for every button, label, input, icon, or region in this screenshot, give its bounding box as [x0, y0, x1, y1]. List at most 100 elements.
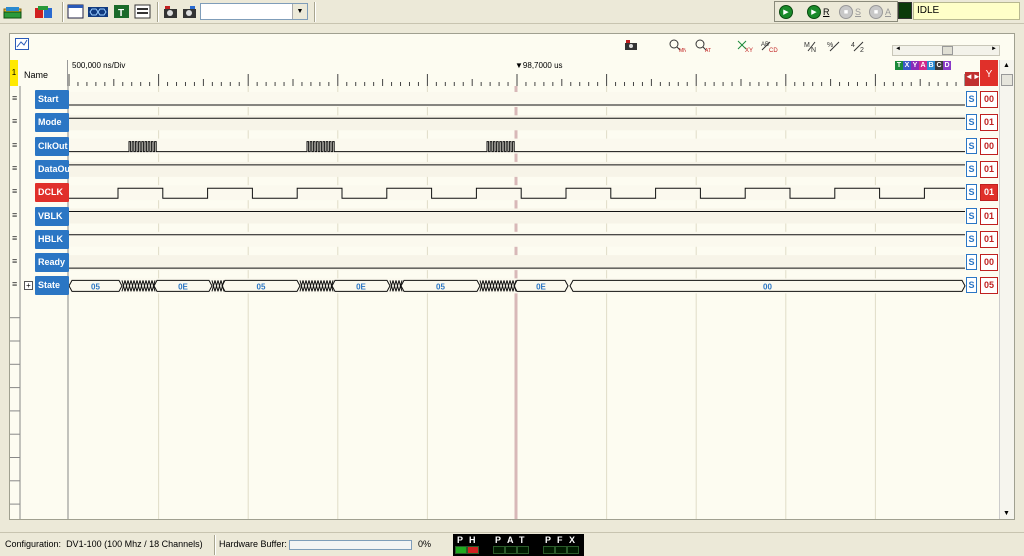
xy-icon[interactable]: XY	[736, 39, 754, 55]
acquisition-status: IDLE	[913, 2, 1020, 20]
trigger-settings-icon[interactable]	[180, 3, 200, 21]
led-label: T	[519, 535, 525, 545]
chevron-down-icon[interactable]: ▼	[1003, 510, 1010, 517]
led-label: P	[545, 535, 552, 545]
chevron-right-icon[interactable]: ►	[991, 46, 997, 52]
signal-value: 01	[980, 207, 998, 225]
row-band	[69, 161, 965, 177]
svg-text:M: M	[804, 42, 810, 49]
signal-settings-icon[interactable]: S	[966, 91, 977, 107]
signal-dataou[interactable]: DataOu	[35, 159, 69, 179]
status-led-indicator	[467, 546, 479, 554]
stop-button[interactable]: ■ S	[839, 4, 861, 20]
go-start-icon[interactable]: MN	[804, 39, 820, 55]
row-drag-handle[interactable]: ≡	[12, 140, 18, 150]
expand-bus-icon[interactable]: +	[24, 281, 33, 291]
chevron-left-icon[interactable]: ◄	[895, 46, 901, 52]
abort-button[interactable]: ■ A	[869, 4, 891, 20]
signal-dclk[interactable]: DCLK	[35, 183, 69, 203]
open-folder-icon[interactable]	[3, 3, 23, 21]
save-icon[interactable]	[34, 3, 54, 21]
window-icon[interactable]	[66, 3, 86, 21]
bus-value-label: 05	[257, 282, 266, 291]
scrollbar-thumb[interactable]	[1001, 74, 1013, 86]
signal-ready[interactable]: Ready	[35, 253, 69, 273]
svg-text:XY: XY	[745, 48, 753, 53]
row-drag-handle[interactable]: ≡	[12, 187, 18, 196]
legend-item-t[interactable]: T	[895, 61, 903, 70]
signal-hblk[interactable]: HBLK	[35, 229, 69, 249]
legend-item-b[interactable]: B	[927, 61, 935, 70]
play-icon: ▶	[779, 5, 793, 19]
row-drag-handle[interactable]: ≡	[12, 117, 18, 126]
main-toolbar: T ▼ ▶ ▶ R ■ S ■ A IDLE	[0, 0, 1024, 24]
row-band	[69, 231, 965, 247]
run-repeat-button[interactable]: ▶ R	[807, 4, 830, 20]
list-icon[interactable]	[133, 3, 153, 21]
row-drag-handle[interactable]: ≡	[12, 163, 18, 173]
chevron-down-icon[interactable]: ▼	[292, 4, 307, 19]
device-select[interactable]: ▼	[200, 3, 308, 20]
capture-settings-icon[interactable]	[161, 3, 181, 21]
svg-text:4: 4	[851, 42, 855, 49]
waveform-area[interactable]: 05 0E 05 0E 05 0E 00 ≡ Start S 00 ≡ Mode S 01 ≡ ClkOut S…	[10, 86, 998, 519]
hardware-buffer-label: Hardware Buffer:	[219, 539, 287, 549]
row-drag-handle[interactable]: ≡	[12, 94, 18, 103]
go-end-icon[interactable]: 42	[851, 39, 867, 55]
horizontal-zoom-slider[interactable]: ◄ ►	[892, 45, 1000, 56]
signal-settings-icon[interactable]: S	[966, 230, 977, 247]
svg-text:AT: AT	[705, 48, 711, 53]
status-led-indicator	[517, 546, 529, 554]
signal-clkout[interactable]: ClkOut	[35, 136, 69, 156]
panel-settings-icon[interactable]	[15, 38, 29, 52]
status-led	[898, 2, 912, 19]
signal-settings-icon[interactable]: S	[966, 137, 977, 154]
row-drag-handle[interactable]: ≡	[12, 280, 18, 289]
signal-value: 05	[980, 277, 998, 295]
legend-item-a[interactable]: A	[919, 61, 927, 70]
row-drag-handle[interactable]: ≡	[12, 257, 18, 266]
waveform-panel: MN AT XY AB CD MN % 42 ◄ ► 1 Name 500,000…	[9, 33, 1015, 520]
marker-icon[interactable]	[624, 39, 638, 53]
signal-vblk[interactable]: VBLK	[35, 206, 69, 226]
signal-settings-icon[interactable]: S	[966, 207, 977, 224]
status-led-indicator	[455, 546, 467, 554]
bus-value-label: 05	[91, 282, 100, 291]
abort-label: A	[885, 7, 892, 17]
signal-settings-icon[interactable]: S	[966, 160, 977, 177]
configuration-text: Configuration: DV1-100 (100 Mhz / 18 Cha…	[5, 539, 203, 549]
text-icon[interactable]: T	[112, 3, 132, 21]
zoom-fit-icon[interactable]: AT	[694, 39, 712, 55]
slider-thumb[interactable]	[942, 46, 953, 55]
go-mid-icon[interactable]: %	[827, 39, 843, 55]
signal-value: 00	[980, 137, 998, 155]
chevron-up-icon[interactable]: ▲	[1003, 62, 1010, 69]
run-button[interactable]: ▶	[779, 4, 793, 20]
bus-value-label: 05	[436, 282, 445, 291]
row-band	[69, 115, 965, 131]
legend-item-x[interactable]: X	[903, 61, 911, 70]
signal-settings-icon[interactable]: S	[966, 254, 977, 271]
signal-settings-icon[interactable]: S	[966, 277, 977, 294]
legend-item-c[interactable]: C	[935, 61, 943, 70]
led-label: X	[569, 535, 576, 545]
marker-toggle-icon[interactable]: ◄►	[965, 72, 981, 86]
row-drag-handle[interactable]: ≡	[12, 233, 18, 243]
status-led-indicator	[543, 546, 555, 554]
cd-icon[interactable]: AB CD	[760, 39, 778, 55]
play-icon: ▶	[807, 5, 821, 19]
signal-state[interactable]: State	[35, 276, 69, 296]
signal-settings-icon[interactable]: S	[966, 184, 977, 201]
row-drag-handle[interactable]: ≡	[12, 210, 18, 220]
bus-icon[interactable]	[88, 3, 108, 21]
hardware-buffer-progress	[289, 540, 412, 550]
signal-settings-icon[interactable]: S	[966, 114, 977, 131]
svg-text:CD: CD	[769, 48, 778, 53]
signal-start[interactable]: Start	[35, 90, 69, 109]
signal-mode[interactable]: Mode	[35, 113, 69, 133]
zoom-in-out-icon[interactable]: MN	[668, 39, 687, 55]
legend-item-d[interactable]: D	[943, 61, 951, 70]
configuration-value: DV1-100 (100 Mhz / 18 Channels)	[66, 539, 203, 549]
legend-item-y[interactable]: Y	[911, 61, 919, 70]
vertical-scrollbar[interactable]: ▲ ▼	[999, 60, 1014, 519]
